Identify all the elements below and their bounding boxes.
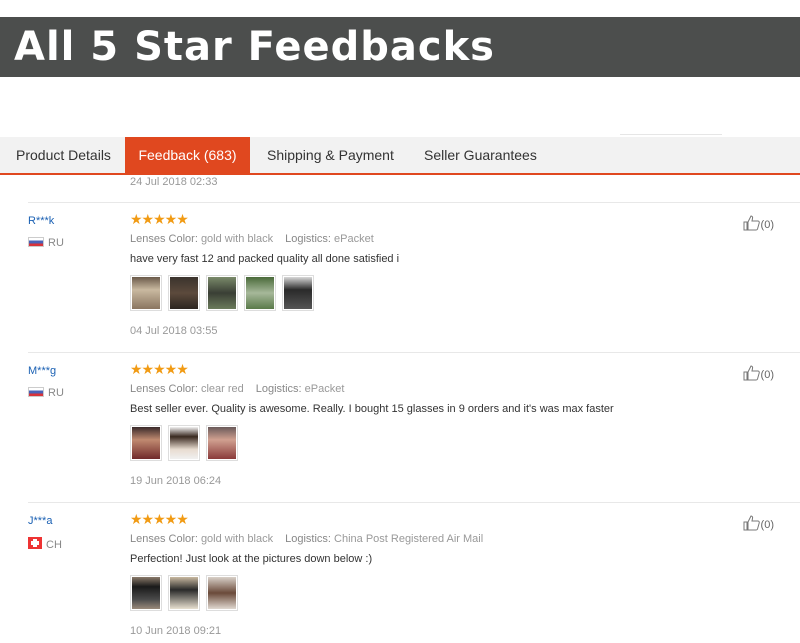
review-date: 24 Jul 2018 02:33 <box>130 176 218 188</box>
review-text: Perfection! Just look at the pictures do… <box>130 553 373 565</box>
review-attributes: Lenses Color: gold with black Logistics: … <box>130 233 374 245</box>
divider <box>620 134 722 135</box>
tab-feedback[interactable]: Feedback (683) <box>125 137 250 173</box>
attr-value: ePacket <box>334 233 374 245</box>
country-code: CH <box>46 539 62 551</box>
attr-value: gold with black <box>200 233 274 245</box>
review-photo[interactable] <box>168 425 200 461</box>
review-photo[interactable] <box>168 575 200 611</box>
review-item: J***a CH ★★★★★ Lenses Color: gold with b… <box>28 511 800 640</box>
like-count: (0) <box>760 219 774 231</box>
reviewer-country: RU <box>28 387 64 399</box>
country-code: RU <box>48 387 64 399</box>
review-date: 19 Jun 2018 06:24 <box>130 475 222 487</box>
banner-title: All 5 Star Feedbacks <box>14 24 495 70</box>
divider <box>28 202 800 203</box>
review-text: have very fast 12 and packed quality all… <box>130 253 400 265</box>
review-photo[interactable] <box>244 275 276 311</box>
review-date: 04 Jul 2018 03:55 <box>130 325 218 337</box>
attr-key: Lenses Color: <box>130 233 198 245</box>
review-photo[interactable] <box>206 425 238 461</box>
review-photos <box>130 575 244 611</box>
like-count: (0) <box>760 519 774 531</box>
review-photo[interactable] <box>130 425 162 461</box>
tab-shipping-payment[interactable]: Shipping & Payment <box>267 137 394 173</box>
attr-key: Logistics: <box>285 533 331 545</box>
review-photo[interactable] <box>130 575 162 611</box>
reviewer-name[interactable]: R***k <box>28 215 54 227</box>
tab-seller-guarantees[interactable]: Seller Guarantees <box>424 137 537 173</box>
review-photo[interactable] <box>282 275 314 311</box>
review-photo[interactable] <box>206 275 238 311</box>
reviewer-name[interactable]: J***a <box>28 515 52 527</box>
russia-flag-icon <box>28 387 44 397</box>
attr-key: Logistics: <box>255 383 302 395</box>
review-photo[interactable] <box>130 275 162 311</box>
review-photos <box>130 425 244 461</box>
attr-value: clear red <box>200 383 244 395</box>
review-photo[interactable] <box>168 275 200 311</box>
review-photo[interactable] <box>206 575 238 611</box>
review-attributes: Lenses Color: clear red Logistics: ePacke… <box>130 383 344 395</box>
attr-key: Lenses Color: <box>130 383 198 395</box>
attr-key: Lenses Color: <box>130 533 198 545</box>
divider <box>28 352 800 353</box>
attr-value: ePacket <box>304 383 345 395</box>
title-banner: All 5 Star Feedbacks <box>0 17 800 77</box>
attr-value: China Post Registered Air Mail <box>334 533 484 545</box>
country-code: RU <box>48 237 64 249</box>
thumbs-up-icon <box>743 215 760 231</box>
attr-key: Logistics: <box>285 233 331 245</box>
review-item: M***g RU ★★★★★ Lenses Color: clear red Lo… <box>28 361 800 490</box>
switzerland-flag-icon <box>28 537 42 549</box>
divider <box>28 502 800 503</box>
like-button[interactable]: (0) <box>743 515 774 531</box>
like-count: (0) <box>760 369 774 381</box>
russia-flag-icon <box>28 237 44 247</box>
review-text: Best seller ever. Quality is awesome. Re… <box>130 403 614 415</box>
star-rating: ★★★★★ <box>130 361 189 377</box>
star-rating: ★★★★★ <box>130 211 189 227</box>
review-date: 10 Jun 2018 09:21 <box>130 625 222 637</box>
tab-bar: Product Details Feedback (683) Shipping … <box>0 137 800 175</box>
review-item: R***k RU ★★★★★ Lenses Color: gold with b… <box>28 211 800 340</box>
reviewer-country: CH <box>28 537 62 551</box>
like-button[interactable]: (0) <box>743 215 774 231</box>
attr-value: gold with black <box>200 533 274 545</box>
tab-product-details[interactable]: Product Details <box>16 137 111 173</box>
thumbs-up-icon <box>743 365 760 381</box>
reviewer-country: RU <box>28 237 64 249</box>
review-attributes: Lenses Color: gold with black Logistics: … <box>130 533 483 545</box>
star-rating: ★★★★★ <box>130 511 189 527</box>
thumbs-up-icon <box>743 515 760 531</box>
reviewer-name[interactable]: M***g <box>28 365 56 377</box>
like-button[interactable]: (0) <box>743 365 774 381</box>
review-photos <box>130 275 320 311</box>
